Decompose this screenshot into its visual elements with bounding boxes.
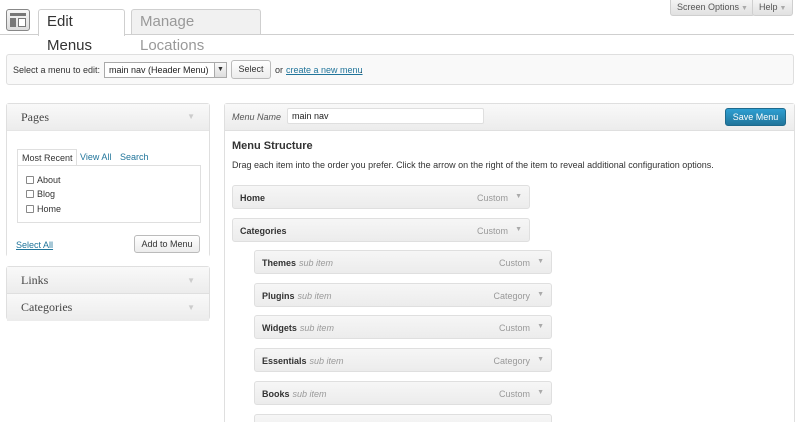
menu-item-title: Plugins sub item <box>262 291 332 301</box>
links-title: Links <box>21 273 49 287</box>
tab-manage-locations[interactable]: Manage Locations <box>131 9 261 54</box>
or-text: or <box>275 65 284 75</box>
menu-name-label: Menu Name <box>232 112 282 122</box>
menu-select-label: Select a menu to edit: <box>13 65 101 75</box>
menu-item[interactable]: Home Custom ▼ <box>232 185 530 209</box>
links-categories-box: Links ▼ Categories ▼ <box>6 266 210 321</box>
select-button[interactable]: Select <box>231 60 271 79</box>
page-item-label: Home <box>37 204 62 214</box>
select-all-link[interactable]: Select All <box>16 240 53 250</box>
screen-options-button[interactable]: Screen Options ▼ <box>670 0 755 16</box>
menu-sub-item[interactable]: Books sub item Custom ▼ <box>254 381 552 405</box>
menu-item-type: Custom <box>498 323 530 333</box>
period-text: . <box>360 65 363 75</box>
pages-body: Most Recent View All Search About Blog H… <box>7 130 209 257</box>
menu-header: Menu Name main nav Save Menu <box>225 104 794 131</box>
tab-search[interactable]: Search <box>120 149 149 165</box>
sub-item-label: sub item <box>299 258 334 268</box>
menu-sub-item[interactable] <box>254 414 552 422</box>
chevron-down-icon: ▼ <box>214 63 226 77</box>
tab-view-all[interactable]: View All <box>80 149 111 165</box>
menu-sub-item[interactable]: Themes sub item Custom ▼ <box>254 250 552 274</box>
page-item-about[interactable]: About <box>26 174 61 186</box>
pages-header[interactable]: Pages ▼ <box>7 104 209 130</box>
menu-item[interactable]: Categories Custom ▼ <box>232 218 530 242</box>
chevron-down-icon: ▼ <box>779 5 787 12</box>
tab-edit-menus[interactable]: Edit Menus <box>38 9 125 54</box>
chevron-down-icon[interactable]: ▼ <box>537 323 544 330</box>
menu-item-title: Home <box>240 193 266 203</box>
chevron-down-icon[interactable]: ▼ <box>537 291 544 298</box>
tab-most-recent[interactable]: Most Recent <box>17 149 77 165</box>
menu-name-input[interactable]: main nav <box>287 108 484 124</box>
menu-item-name: Widgets <box>262 323 297 333</box>
page-item-label: Blog <box>37 189 56 199</box>
menu-item-title: Books sub item <box>262 389 327 399</box>
categories-title: Categories <box>21 300 73 314</box>
menu-item-type: Custom <box>498 258 530 268</box>
menu-edit-panel: Menu Name main nav Save Menu Menu Struct… <box>224 103 795 422</box>
menu-sub-item[interactable]: Plugins sub item Category ▼ <box>254 283 552 307</box>
sub-item-label: sub item <box>297 291 332 301</box>
links-header[interactable]: Links ▼ <box>7 267 209 294</box>
pages-checklist: About Blog Home <box>17 165 201 223</box>
menu-item-type: Custom <box>476 193 508 203</box>
menu-item-title: Themes sub item <box>262 258 333 268</box>
help-button[interactable]: Help ▼ <box>752 0 794 16</box>
chevron-down-icon[interactable]: ▼ <box>515 193 522 200</box>
chevron-down-icon[interactable]: ▼ <box>515 226 522 233</box>
chevron-down-icon[interactable]: ▼ <box>187 267 195 294</box>
categories-header[interactable]: Categories ▼ <box>7 294 209 321</box>
menu-item-name: Plugins <box>262 291 295 301</box>
menu-item-name: Themes <box>262 258 297 268</box>
menu-item-name: Books <box>262 389 290 399</box>
page-item-label: About <box>37 175 61 185</box>
chevron-down-icon[interactable]: ▼ <box>187 294 195 321</box>
menu-structure-description: Drag each item into the order you prefer… <box>232 160 714 170</box>
chevron-down-icon[interactable]: ▼ <box>187 104 195 130</box>
chevron-down-icon[interactable]: ▼ <box>537 356 544 363</box>
page-item-blog[interactable]: Blog <box>26 188 55 200</box>
menu-structure-title: Menu Structure <box>232 140 313 152</box>
checkbox[interactable] <box>26 176 34 184</box>
sub-item-label: sub item <box>309 356 344 366</box>
menu-item-title: Widgets sub item <box>262 323 334 333</box>
menu-select-dropdown[interactable]: main nav (Header Menu) ▼ <box>104 62 227 78</box>
pages-title: Pages <box>21 110 49 124</box>
menu-item-title: Categories <box>240 226 287 236</box>
help-label: Help <box>759 2 778 12</box>
add-to-menu-button[interactable]: Add to Menu <box>134 235 200 253</box>
checkbox[interactable] <box>26 190 34 198</box>
menu-item-type: Category <box>493 356 530 366</box>
menu-select-bar: Select a menu to edit: main nav (Header … <box>6 54 794 85</box>
save-menu-button[interactable]: Save Menu <box>725 108 786 126</box>
chevron-down-icon[interactable]: ▼ <box>537 258 544 265</box>
screen-options-label: Screen Options <box>677 2 740 12</box>
chevron-down-icon: ▼ <box>741 5 748 12</box>
create-new-menu-link[interactable]: create a new menu <box>286 65 363 75</box>
menu-item-type: Custom <box>476 226 508 236</box>
sub-item-label: sub item <box>292 389 327 399</box>
menu-item-type: Category <box>493 291 530 301</box>
checkbox[interactable] <box>26 205 34 213</box>
page-item-home[interactable]: Home <box>26 203 61 215</box>
menu-select-value: main nav (Header Menu) <box>109 65 209 75</box>
pages-box: Pages ▼ Most Recent View All Search Abou… <box>6 103 210 257</box>
menus-page-icon <box>6 9 30 31</box>
menu-sub-item[interactable]: Essentials sub item Category ▼ <box>254 348 552 372</box>
chevron-down-icon[interactable]: ▼ <box>537 389 544 396</box>
menu-item-title: Essentials sub item <box>262 356 344 366</box>
menu-item-type: Custom <box>498 389 530 399</box>
menu-item-name: Essentials <box>262 356 307 366</box>
menu-sub-item[interactable]: Widgets sub item Custom ▼ <box>254 315 552 339</box>
sub-item-label: sub item <box>299 323 334 333</box>
